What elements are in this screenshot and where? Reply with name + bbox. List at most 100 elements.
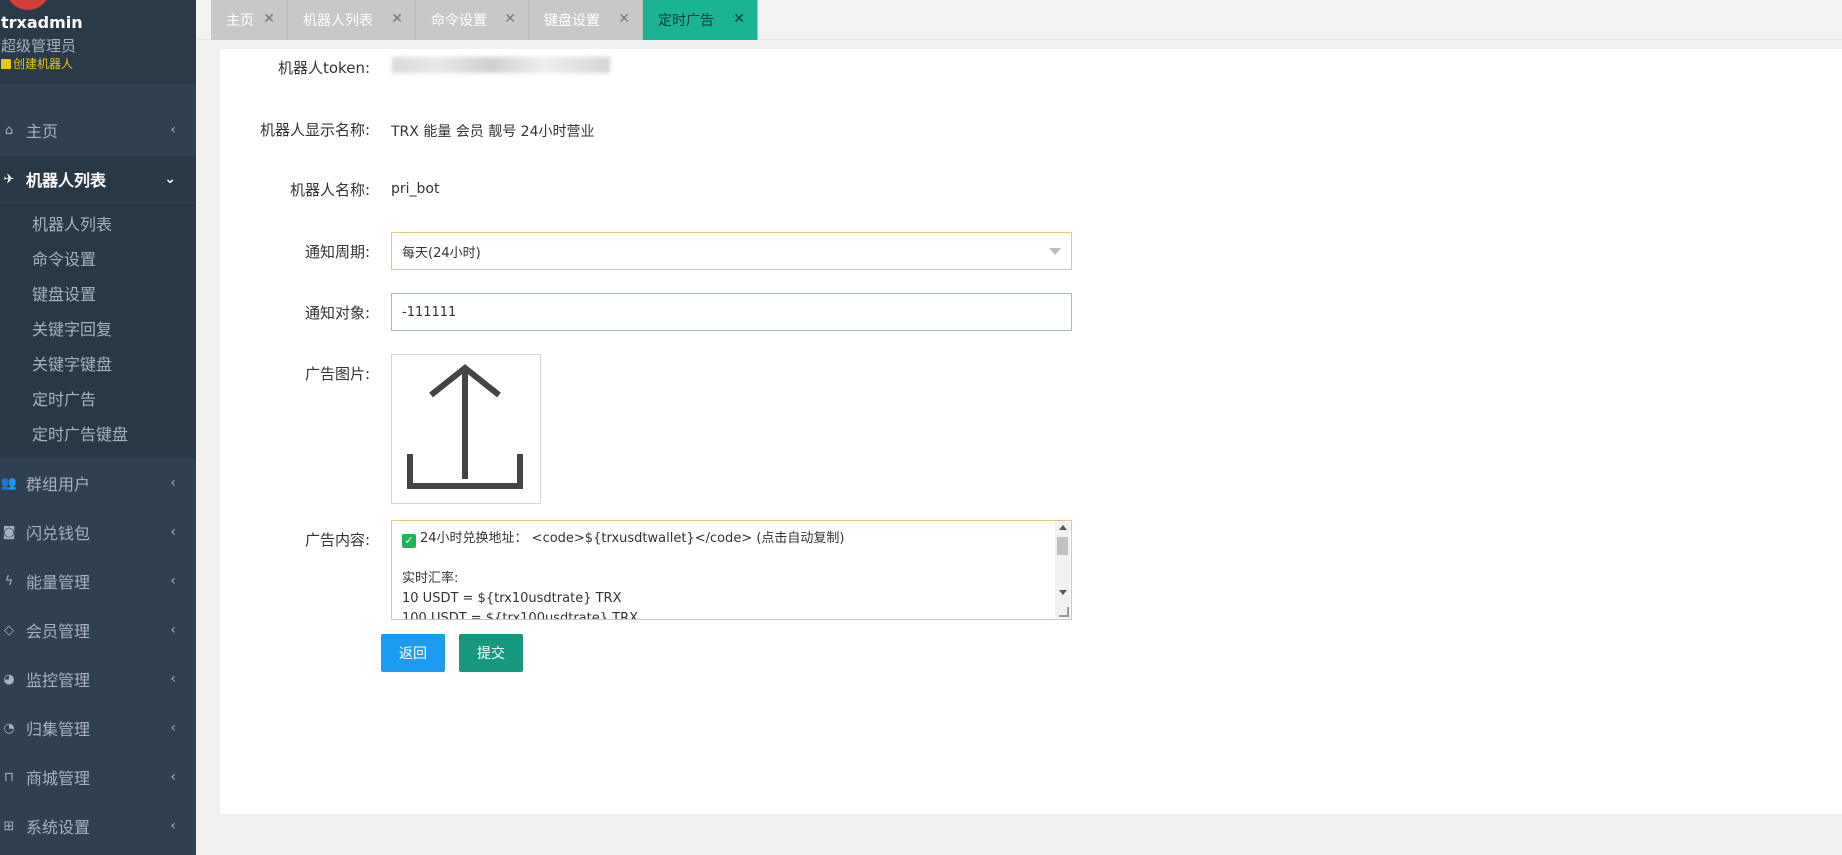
nav-wallet[interactable]: ◙ 闪兑钱包 ‹ xyxy=(0,509,196,555)
monitor-icon: ◕ xyxy=(3,671,15,687)
display-name-value: TRX 能量 会员 靓号 24小时营业 xyxy=(391,124,595,140)
content-label: 广告内容: xyxy=(304,531,370,549)
sub-command-settings[interactable]: 命令设置 xyxy=(32,246,96,270)
sub-robot-list[interactable]: 机器人列表 xyxy=(32,211,112,235)
target-input[interactable] xyxy=(391,293,1072,331)
avatar[interactable] xyxy=(6,0,50,10)
close-icon[interactable]: ✕ xyxy=(504,11,516,27)
create-bot-link[interactable]: 创建机器人 xyxy=(1,55,73,72)
chevron-left-icon: ‹ xyxy=(170,818,176,834)
nav-wallet-label: 闪兑钱包 xyxy=(26,524,91,543)
period-select[interactable]: 每天(24小时) xyxy=(391,232,1072,270)
token-value-redacted xyxy=(392,57,610,73)
chevron-left-icon: ‹ xyxy=(170,720,176,736)
content-line: 实时汇率: xyxy=(402,571,459,586)
tab-scheduled-ads-label: 定时广告 xyxy=(658,13,714,29)
close-icon[interactable]: ✕ xyxy=(733,11,745,27)
content-line-text: 24小时兑换地址： <code>${trxusdtwallet}</code> … xyxy=(420,531,845,546)
resize-grip-icon[interactable] xyxy=(1059,607,1069,617)
nav-energy-label: 能量管理 xyxy=(26,573,91,592)
chevron-left-icon: ‹ xyxy=(170,475,176,491)
period-label: 通知周期: xyxy=(304,243,370,261)
bot-name-value: pri_bot xyxy=(391,181,440,197)
submit-button[interactable]: 提交 xyxy=(459,634,523,672)
ad-content-textarea[interactable]: ✓ 24小时兑换地址： <code>${trxusdtwallet}</code>… xyxy=(391,520,1072,620)
textarea-scrollbar[interactable] xyxy=(1055,522,1070,618)
dropdown-arrow-icon xyxy=(1049,248,1061,255)
nav-member-label: 会员管理 xyxy=(26,622,91,641)
tab-bar: 主页 ✕ 机器人列表 ✕ 命令设置 ✕ 键盘设置 ✕ 定时广告 ✕ xyxy=(196,0,1842,40)
nav-collect-label: 归集管理 xyxy=(26,720,91,739)
scroll-thumb[interactable] xyxy=(1057,537,1068,555)
content-line: 100 USDT = ${trx100usdtrate} TRX xyxy=(402,611,639,620)
token-label: 机器人token: xyxy=(278,59,370,77)
nav-robots-label: 机器人列表 xyxy=(26,171,107,190)
tab-command-settings-label: 命令设置 xyxy=(431,13,487,29)
nav-shop-label: 商城管理 xyxy=(26,769,91,788)
nav-system-label: 系统设置 xyxy=(26,818,91,837)
tab-home[interactable]: 主页 ✕ xyxy=(211,0,288,40)
chevron-left-icon: ‹ xyxy=(170,122,176,138)
image-label: 广告图片: xyxy=(304,365,370,383)
user-profile: trxadmin 超级管理员 创建机器人 xyxy=(0,0,196,84)
wallet-icon: ◙ xyxy=(2,524,16,540)
tab-robot-list[interactable]: 机器人列表 ✕ xyxy=(288,0,416,40)
tab-command-settings[interactable]: 命令设置 ✕ xyxy=(416,0,529,40)
close-icon[interactable]: ✕ xyxy=(263,11,275,27)
user-role: 超级管理员 xyxy=(1,37,77,55)
close-icon[interactable]: ✕ xyxy=(391,11,403,27)
nav-shop[interactable]: ⊓ 商城管理 ‹ xyxy=(0,754,196,800)
scroll-down-arrow-icon[interactable] xyxy=(1059,590,1067,595)
diamond-icon: ◇ xyxy=(4,622,14,638)
nav-system[interactable]: ⊞ 系统设置 ‹ xyxy=(0,803,196,849)
nav-groups-label: 群组用户 xyxy=(26,475,91,494)
nav-collect[interactable]: ◔ 归集管理 ‹ xyxy=(0,705,196,751)
close-icon[interactable]: ✕ xyxy=(618,11,630,27)
plane-icon: ✈ xyxy=(3,171,15,187)
form-panel: 机器人token: 机器人显示名称: TRX 能量 会员 靓号 24小时营业 机… xyxy=(220,49,1842,814)
chevron-left-icon: ‹ xyxy=(170,622,176,638)
sub-keyboard-settings[interactable]: 键盘设置 xyxy=(32,281,96,305)
check-icon: ✓ xyxy=(402,534,416,548)
collect-icon: ◔ xyxy=(3,720,15,736)
nav-energy[interactable]: ϟ 能量管理 ‹ xyxy=(0,558,196,604)
username[interactable]: trxadmin xyxy=(1,13,83,32)
nav-monitor-label: 监控管理 xyxy=(26,671,91,690)
nav-home[interactable]: ⌂ 主页 ‹ xyxy=(0,107,196,153)
nav-robots[interactable]: ✈ 机器人列表 ⌄ xyxy=(0,156,196,202)
tab-robot-list-label: 机器人列表 xyxy=(303,13,373,29)
back-button[interactable]: 返回 xyxy=(381,634,445,672)
users-icon: 👥 xyxy=(0,475,18,491)
bot-name-label: 机器人名称: xyxy=(289,181,370,199)
scroll-up-arrow-icon[interactable] xyxy=(1059,525,1067,530)
sub-keyword-reply[interactable]: 关键字回复 xyxy=(32,316,112,340)
content-line: 10 USDT = ${trx10usdtrate} TRX xyxy=(402,591,622,606)
nav-home-label: 主页 xyxy=(26,122,59,141)
chevron-left-icon: ‹ xyxy=(170,524,176,540)
tab-keyboard-settings[interactable]: 键盘设置 ✕ xyxy=(529,0,643,40)
content-line: ✓ 24小时兑换地址： <code>${trxusdtwallet}</code>… xyxy=(402,529,1051,549)
sub-keyword-keyboard[interactable]: 关键字键盘 xyxy=(32,351,112,375)
upload-icon xyxy=(407,364,523,489)
tab-home-label: 主页 xyxy=(226,13,254,29)
tab-scheduled-ads[interactable]: 定时广告 ✕ xyxy=(643,0,758,40)
nav-monitor[interactable]: ◕ 监控管理 ‹ xyxy=(0,656,196,702)
robots-submenu: 机器人列表 命令设置 键盘设置 关键字回复 关键字键盘 定时广告 定时广告键盘 xyxy=(0,203,196,458)
chevron-left-icon: ‹ xyxy=(170,769,176,785)
chevron-left-icon: ‹ xyxy=(170,573,176,589)
home-icon: ⌂ xyxy=(4,122,14,138)
sidebar: trxadmin 超级管理员 创建机器人 ⌂ 主页 ‹ ✈ 机器人列表 ⌄ 机器… xyxy=(0,0,196,855)
windows-icon: ⊞ xyxy=(3,818,15,834)
period-select-value: 每天(24小时) xyxy=(402,245,481,261)
nav-member[interactable]: ◇ 会员管理 ‹ xyxy=(0,607,196,653)
sub-scheduled-ads[interactable]: 定时广告 xyxy=(32,386,96,410)
tab-keyboard-settings-label: 键盘设置 xyxy=(544,13,600,29)
ad-image-upload[interactable] xyxy=(391,354,541,504)
sub-scheduled-ads-keyboard[interactable]: 定时广告键盘 xyxy=(32,421,128,445)
chevron-left-icon: ‹ xyxy=(170,671,176,687)
target-label: 通知对象: xyxy=(304,304,370,322)
create-bot-label: 创建机器人 xyxy=(13,57,74,71)
nav-groups[interactable]: 👥 群组用户 ‹ xyxy=(0,460,196,506)
content-line xyxy=(402,549,1051,569)
cart-icon: ⊓ xyxy=(3,769,15,785)
